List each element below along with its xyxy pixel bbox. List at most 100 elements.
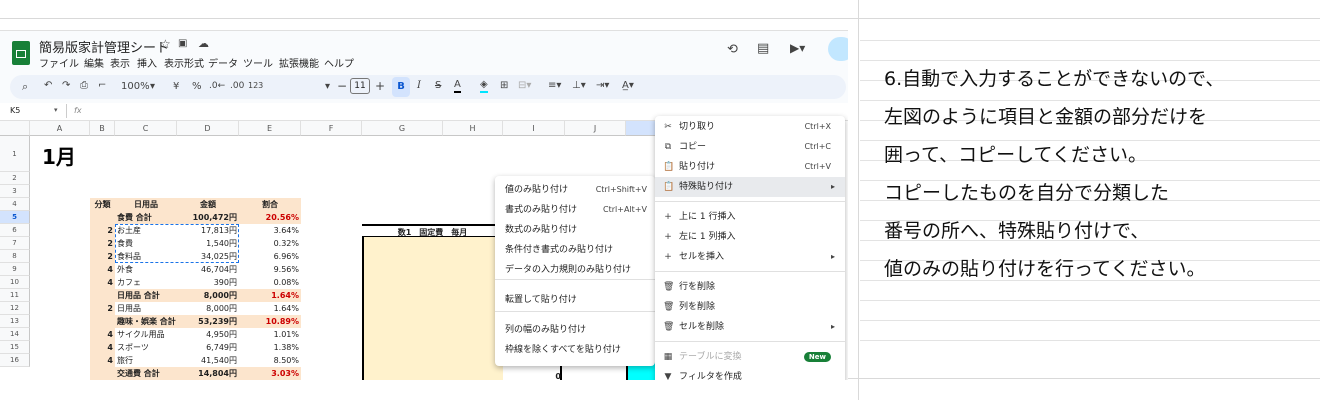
item-cell[interactable]: スポーツ [115, 341, 177, 354]
chevron-down-icon[interactable]: ▾ [150, 81, 155, 92]
row-header[interactable]: 9 [0, 263, 30, 276]
paste-special-item[interactable]: データの入力規則のみ貼り付け [495, 260, 655, 280]
undo-icon[interactable]: ↶ [44, 80, 52, 91]
item-cell[interactable]: 食費 合計 [115, 211, 177, 224]
row-header[interactable]: 1 [0, 136, 30, 172]
context-menu-item[interactable]: + 上に 1 行挿入 [655, 207, 845, 227]
category-cell[interactable] [90, 367, 115, 380]
item-cell[interactable]: 外食 [115, 263, 177, 276]
ratio-cell[interactable]: 1.01% [239, 328, 301, 341]
amount-cell[interactable]: 6,749円 [177, 341, 239, 354]
month-title[interactable]: 1月 [42, 141, 76, 170]
column-header-selected[interactable] [626, 121, 656, 136]
context-menu-item[interactable]: 🗑 列を削除 [655, 297, 845, 317]
column-header[interactable]: I [503, 121, 565, 136]
category-cell[interactable]: 4 [90, 263, 115, 276]
menu-edit[interactable]: 編集 [84, 55, 104, 70]
menu-tools[interactable]: ツール [243, 55, 273, 70]
ratio-cell[interactable]: 8.50% [239, 354, 301, 367]
row-header[interactable]: 14 [0, 328, 30, 341]
context-menu-item[interactable]: 📋 特殊貼り付け ▸ [655, 177, 845, 197]
column-header[interactable]: D [177, 121, 239, 136]
row-header[interactable]: 7 [0, 237, 30, 250]
column-header[interactable]: A [30, 121, 90, 136]
row-header[interactable]: 12 [0, 302, 30, 315]
category-cell[interactable]: 4 [90, 354, 115, 367]
font-size-input[interactable]: 11 [350, 78, 370, 94]
row-header[interactable]: 6 [0, 224, 30, 237]
italic-button[interactable]: I [417, 80, 421, 91]
row-header[interactable]: 16 [0, 354, 30, 367]
context-menu-item[interactable]: + セルを挿入 ▸ [655, 247, 845, 267]
paint-format-icon[interactable]: ⌐ [98, 80, 106, 91]
row-header[interactable]: 3 [0, 185, 30, 198]
paste-special-item[interactable]: 書式のみ貼り付け Ctrl+Alt+V [495, 200, 655, 220]
category-cell[interactable]: 4 [90, 276, 115, 289]
context-menu-item[interactable]: 📋 貼り付け Ctrl+V [655, 157, 845, 177]
item-cell[interactable]: 日用品 合計 [115, 289, 177, 302]
category-cell[interactable]: 2 [90, 302, 115, 315]
cloud-status-icon[interactable]: ☁ [198, 37, 209, 50]
column-header[interactable]: F [301, 121, 362, 136]
currency-format-button[interactable]: ¥ [173, 81, 179, 92]
amount-cell[interactable]: 41,540円 [177, 354, 239, 367]
column-header[interactable]: J [565, 121, 626, 136]
text-wrap-icon[interactable]: ⇥▾ [596, 80, 609, 91]
text-color-button[interactable]: A [454, 79, 461, 93]
category-cell[interactable]: 2 [90, 250, 115, 263]
name-box[interactable]: K5 [10, 106, 20, 115]
amount-cell[interactable]: 100,472円 [177, 211, 239, 224]
menu-insert[interactable]: 挿入 [137, 55, 157, 70]
item-cell[interactable]: 交通費 合計 [115, 367, 177, 380]
item-cell[interactable]: サイクル用品 [115, 328, 177, 341]
strikethrough-button[interactable]: S [435, 80, 441, 91]
decrease-decimal-button[interactable]: .0← [209, 81, 225, 91]
row-header[interactable]: 10 [0, 276, 30, 289]
vertical-align-icon[interactable]: ⊥▾ [572, 80, 586, 91]
paste-special-item[interactable]: 枠線を除くすべてを貼り付け [495, 340, 655, 360]
text-rotate-icon[interactable]: A̲▾ [622, 80, 634, 91]
ratio-cell[interactable]: 1.64% [239, 302, 301, 315]
menu-help[interactable]: ヘルプ [324, 55, 354, 70]
column-header[interactable]: G [362, 121, 443, 136]
ratio-cell[interactable]: 6.96% [239, 250, 301, 263]
merge-cells-icon[interactable]: ⊟▾ [518, 80, 531, 91]
context-menu-item[interactable]: ▦ テーブルに変換 New [655, 347, 845, 367]
row-header[interactable]: 11 [0, 289, 30, 302]
ratio-cell[interactable]: 9.56% [239, 263, 301, 276]
ratio-cell[interactable]: 10.89% [239, 315, 301, 328]
item-cell[interactable]: カフェ [115, 276, 177, 289]
context-menu-item[interactable]: ▼ フィルタを作成 [655, 367, 845, 380]
header-category[interactable]: 分類 [90, 198, 115, 211]
amount-cell[interactable]: 53,239円 [177, 315, 239, 328]
context-menu-item[interactable]: 🗑 行を削除 [655, 277, 845, 297]
item-cell[interactable]: 日用品 [115, 302, 177, 315]
category-cell[interactable]: 4 [90, 341, 115, 354]
search-icon[interactable]: ⌕ [22, 80, 28, 94]
ratio-cell[interactable]: 1.64% [239, 289, 301, 302]
row-header[interactable]: 13 [0, 315, 30, 328]
paste-special-item[interactable]: 条件付き書式のみ貼り付け [495, 240, 655, 260]
font-size-increase-button[interactable]: + [375, 79, 385, 93]
print-icon[interactable]: ⎙ [80, 80, 88, 91]
redo-icon[interactable]: ↷ [62, 80, 70, 91]
column-header[interactable]: E [239, 121, 301, 136]
value-cell[interactable]: 0 [503, 370, 563, 380]
formula-input[interactable] [92, 105, 652, 118]
move-folder-icon[interactable]: ▣ [178, 38, 187, 49]
category-cell[interactable] [90, 289, 115, 302]
column-header[interactable]: H [443, 121, 503, 136]
row-header[interactable]: 4 [0, 198, 30, 211]
context-menu-item[interactable]: + 左に 1 列挿入 [655, 227, 845, 247]
zoom-select[interactable]: 100% [121, 81, 150, 92]
align-left-icon[interactable]: ≡▾ [548, 80, 561, 91]
header-amount[interactable]: 金額 [177, 198, 239, 211]
menu-file[interactable]: ファイル [39, 55, 79, 70]
number-format-button[interactable]: 123 [248, 81, 263, 90]
category-cell[interactable] [90, 315, 115, 328]
ratio-cell[interactable]: 3.64% [239, 224, 301, 237]
star-icon[interactable]: ☆ [160, 37, 171, 51]
menu-format[interactable]: 表示形式 [164, 55, 204, 70]
borders-icon[interactable]: ⊞ [500, 80, 508, 91]
paste-special-item[interactable]: 転置して貼り付け [495, 290, 655, 310]
